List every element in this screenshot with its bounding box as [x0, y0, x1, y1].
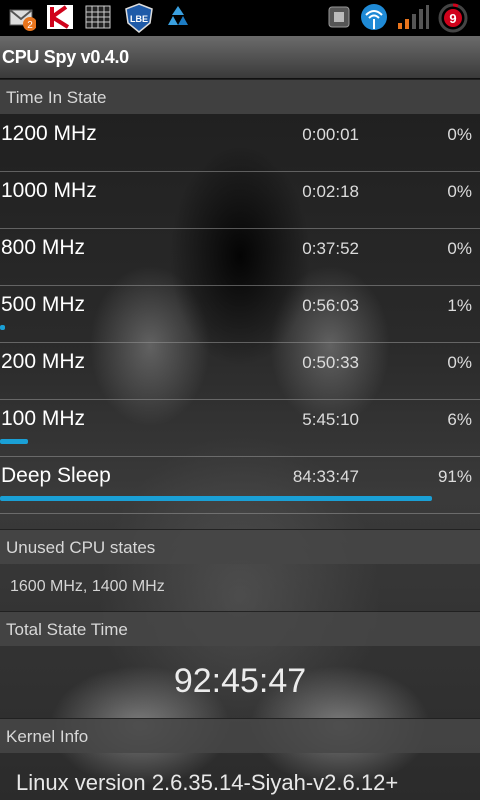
unused-states-header: Unused CPU states	[0, 529, 480, 564]
state-percent: 6%	[447, 410, 472, 429]
time-in-state-title: Time In State	[6, 88, 107, 107]
state-time: 0:37:52	[302, 239, 359, 258]
kernel-info-title: Kernel Info	[6, 727, 89, 746]
state-progress-bar	[0, 496, 432, 501]
state-time: 0:02:18	[302, 182, 359, 201]
total-state-time-header: Total State Time	[0, 611, 480, 646]
mail-icon[interactable]: 2	[8, 3, 37, 31]
state-row: 1000 MHz 0:02:18 0%	[0, 171, 480, 229]
state-row: 1200 MHz 0:00:01 0%	[0, 114, 480, 172]
state-time: 5:45:10	[302, 410, 359, 429]
state-frequency: 500 MHz	[1, 293, 86, 316]
state-row: 500 MHz 0:56:03 1%	[0, 285, 480, 343]
status-bar: 2 LBE 9	[0, 0, 480, 36]
wifi-icon	[358, 3, 387, 31]
lbe-shield-icon[interactable]: LBE	[124, 3, 153, 33]
kaspersky-icon[interactable]	[46, 3, 74, 31]
state-percent: 0%	[447, 125, 472, 144]
state-frequency: 200 MHz	[1, 350, 86, 373]
state-percent: 0%	[447, 182, 472, 201]
battery-icon: 9	[438, 3, 468, 33]
total-state-time-value: 92:45:47	[173, 662, 307, 700]
kernel-info-header: Kernel Info	[0, 718, 480, 753]
state-row: 100 MHz 5:45:10 6%	[0, 399, 480, 457]
state-frequency: 1200 MHz	[1, 122, 97, 145]
kernel-info-value: Linux version 2.6.35.14-Siyah-v2.6.12+	[16, 770, 399, 795]
app-title-bar: CPU Spy v0.4.0	[0, 36, 480, 79]
state-percent: 91%	[437, 467, 472, 486]
unused-states-value: 1600 MHz, 1400 MHz	[10, 578, 165, 595]
state-percent: 0%	[447, 353, 472, 372]
state-frequency: 1000 MHz	[1, 179, 97, 202]
state-progress-bar	[0, 439, 28, 444]
grid-app-icon[interactable]	[84, 3, 112, 31]
state-percent: 0%	[447, 239, 472, 258]
time-in-state-header: Time In State	[0, 79, 480, 114]
state-time: 0:56:03	[302, 296, 359, 315]
state-frequency: 100 MHz	[1, 407, 86, 430]
signal-icon	[396, 3, 429, 31]
battery-level: 9	[449, 11, 456, 26]
unused-states-title: Unused CPU states	[6, 538, 156, 557]
total-state-time-title: Total State Time	[6, 620, 128, 639]
state-time: 0:00:01	[302, 125, 359, 144]
recycle-icon[interactable]	[164, 3, 192, 31]
notification-badge: 2	[27, 20, 33, 31]
lbe-label: LBE	[130, 14, 148, 24]
state-percent: 1%	[447, 296, 472, 315]
state-progress-bar	[0, 325, 5, 330]
state-row: 200 MHz 0:50:33 0%	[0, 342, 480, 400]
state-frequency: 800 MHz	[1, 236, 86, 259]
state-row: 800 MHz 0:37:52 0%	[0, 228, 480, 286]
usb-debug-icon	[325, 3, 353, 31]
state-time: 84:33:47	[292, 467, 359, 486]
state-frequency: Deep Sleep	[1, 464, 111, 487]
state-time: 0:50:33	[302, 353, 359, 372]
app-title: CPU Spy v0.4.0	[2, 47, 129, 67]
state-row: Deep Sleep 84:33:47 91%	[0, 456, 480, 514]
